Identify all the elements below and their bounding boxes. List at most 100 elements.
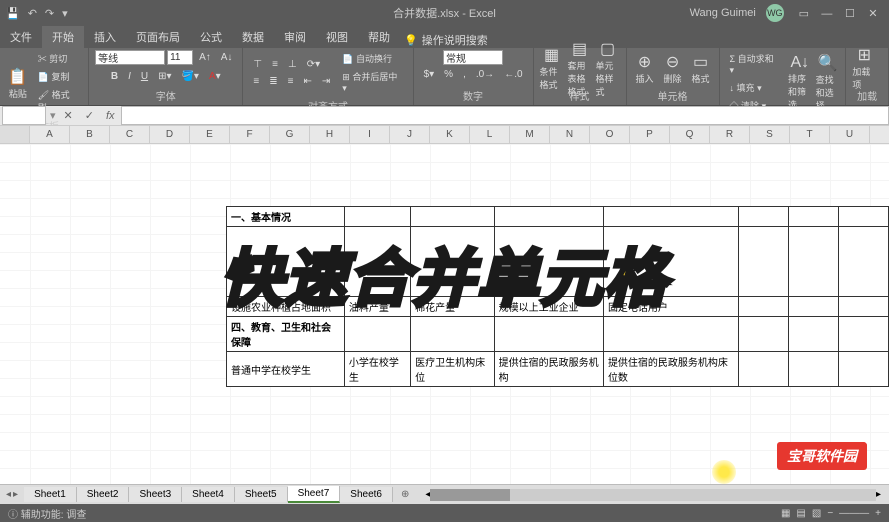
bold-button[interactable]: B (107, 69, 122, 84)
indent-dec-icon[interactable]: ⇤ (300, 74, 316, 89)
cell[interactable] (788, 297, 838, 317)
username[interactable]: Wang Guimei (690, 7, 756, 19)
sheet-tab[interactable]: Sheet7 (288, 486, 341, 503)
cell[interactable] (738, 352, 788, 387)
align-center-icon[interactable]: ≣ (265, 74, 281, 89)
currency-icon[interactable]: $▾ (420, 67, 439, 82)
autosave-icon[interactable]: 💾 (6, 7, 20, 20)
cell[interactable] (788, 317, 838, 352)
accessibility-icon[interactable]: ⓘ (8, 510, 18, 521)
col-header[interactable]: K (430, 126, 470, 143)
cell[interactable] (344, 317, 410, 352)
col-header[interactable]: S (750, 126, 790, 143)
cell[interactable] (838, 207, 888, 227)
align-bottom-icon[interactable]: ⊥ (284, 57, 301, 72)
cell[interactable] (838, 297, 888, 317)
cell[interactable] (738, 317, 788, 352)
cell[interactable] (838, 352, 888, 387)
cell[interactable] (738, 297, 788, 317)
cell[interactable] (788, 227, 838, 297)
tab-formulas[interactable]: 公式 (190, 26, 232, 48)
qa-dropdown-icon[interactable]: ▾ (62, 7, 68, 20)
sheet-nav-last-icon[interactable]: ▸ (13, 489, 18, 500)
comma-icon[interactable]: , (459, 67, 470, 82)
tab-help[interactable]: 帮助 (358, 26, 400, 48)
sort-filter-button[interactable]: A↓排序和筛选 (788, 64, 812, 100)
cell[interactable]: 医疗卫生机构床位 (411, 352, 495, 387)
cell[interactable]: 提供住宿的民政服务机构 (494, 352, 603, 387)
percent-icon[interactable]: % (440, 67, 457, 82)
formula-input[interactable] (121, 106, 889, 125)
align-left-icon[interactable]: ≡ (249, 74, 263, 89)
cell[interactable] (788, 207, 838, 227)
align-top-icon[interactable]: ⊤ (249, 57, 266, 72)
scroll-thumb[interactable] (430, 489, 510, 501)
number-format-combo[interactable] (443, 50, 503, 65)
cell-styles-button[interactable]: ▢单元格样式 (596, 50, 620, 86)
cell[interactable] (838, 227, 888, 297)
autosum-button[interactable]: Σ 自动求和 ▾ (726, 50, 784, 78)
orientation-icon[interactable]: ⟳▾ (303, 57, 324, 72)
col-header[interactable]: N (550, 126, 590, 143)
delete-cells-button[interactable]: ⊖删除 (661, 50, 685, 86)
cell[interactable] (788, 352, 838, 387)
cell[interactable] (603, 207, 738, 227)
col-header[interactable]: H (310, 126, 350, 143)
page-layout-view-icon[interactable]: ▤ (796, 508, 805, 519)
cell[interactable]: 一、基本情况 (227, 207, 345, 227)
minimize-icon[interactable]: — (817, 8, 837, 20)
col-header[interactable]: C (110, 126, 150, 143)
col-header[interactable]: O (590, 126, 630, 143)
tab-home[interactable]: 开始 (42, 26, 84, 48)
redo-icon[interactable]: ↷ (45, 7, 54, 20)
cell[interactable] (738, 207, 788, 227)
tab-file[interactable]: 文件 (0, 26, 42, 48)
cell[interactable]: 四、教育、卫生和社会保障 (227, 317, 345, 352)
sheet-nav-first-icon[interactable]: ◂ (6, 489, 11, 500)
underline-button[interactable]: U (137, 69, 152, 84)
fx-icon[interactable]: fx (100, 110, 121, 122)
cell[interactable] (603, 317, 738, 352)
cell[interactable] (494, 317, 603, 352)
enter-formula-icon[interactable]: ✓ (79, 109, 100, 122)
normal-view-icon[interactable]: ▦ (781, 508, 790, 519)
font-color-button[interactable]: A▾ (205, 69, 225, 84)
zoom-in-icon[interactable]: + (875, 508, 881, 519)
maximize-icon[interactable]: ☐ (840, 7, 860, 20)
cell[interactable] (344, 207, 410, 227)
col-header[interactable]: P (630, 126, 670, 143)
cell[interactable]: 提供住宿的民政服务机构床位数 (603, 352, 738, 387)
col-header[interactable]: E (190, 126, 230, 143)
dec-decimal-icon[interactable]: ←.0 (500, 67, 526, 82)
add-sheet-button[interactable]: ⊕ (393, 489, 417, 500)
zoom-out-icon[interactable]: − (827, 508, 833, 519)
find-select-button[interactable]: 🔍查找和选择 (816, 64, 840, 100)
fill-button[interactable]: ↓ 填充 ▾ (726, 79, 784, 96)
copy-button[interactable]: 📄 复制 (34, 68, 82, 85)
col-header[interactable]: Q (670, 126, 710, 143)
chevron-down-icon[interactable]: ▾ (48, 109, 58, 122)
wrap-text-button[interactable]: 📄 自动换行 (338, 50, 406, 67)
format-cells-button[interactable]: ▭格式 (689, 50, 713, 86)
cell[interactable] (411, 207, 495, 227)
cell[interactable] (494, 207, 603, 227)
inc-decimal-icon[interactable]: .0→ (472, 67, 498, 82)
cell[interactable] (738, 227, 788, 297)
cell[interactable]: 小学在校学生 (344, 352, 410, 387)
scroll-right-icon[interactable]: ▸ (876, 489, 881, 501)
col-header[interactable]: L (470, 126, 510, 143)
insert-cells-button[interactable]: ⊕插入 (633, 50, 657, 86)
indent-inc-icon[interactable]: ⇥ (318, 74, 334, 89)
cell[interactable]: 普通中学在校学生 (227, 352, 345, 387)
cell[interactable] (411, 317, 495, 352)
border-button[interactable]: ⊞▾ (154, 69, 175, 84)
table-format-button[interactable]: ▤套用表格格式 (568, 50, 592, 86)
col-header[interactable]: D (150, 126, 190, 143)
tell-me-search[interactable]: 💡 操作说明搜索 (404, 32, 488, 48)
align-middle-icon[interactable]: ≡ (268, 57, 282, 72)
col-header[interactable]: R (710, 126, 750, 143)
tab-view[interactable]: 视图 (316, 26, 358, 48)
increase-font-icon[interactable]: A↑ (195, 50, 215, 65)
tab-layout[interactable]: 页面布局 (126, 26, 190, 48)
col-header[interactable]: F (230, 126, 270, 143)
